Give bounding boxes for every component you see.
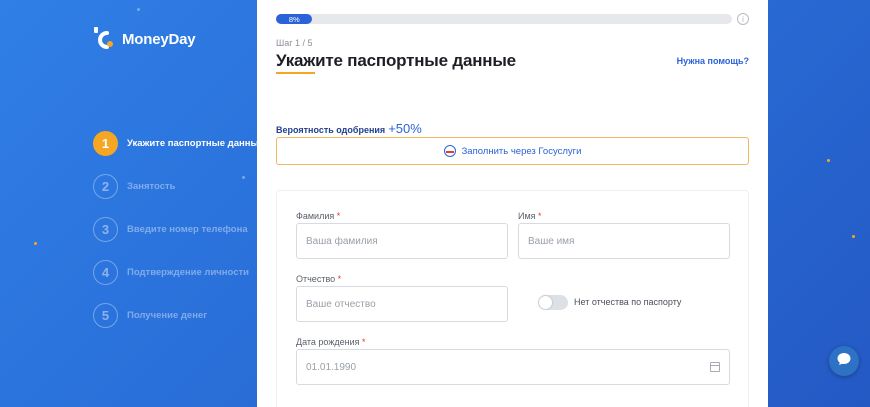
step-label: Введите номер телефона [127, 224, 248, 235]
approval-label: Вероятность одобрения [276, 125, 386, 135]
toggle-knob [539, 296, 552, 309]
step-number: 2 [93, 174, 118, 199]
title-underline [276, 72, 315, 74]
step-counter: Шаг 1 / 5 [276, 38, 313, 48]
step-label: Получение денег [127, 310, 208, 321]
birthdate-input[interactable]: 01.01.1990 [296, 349, 730, 385]
step-money: 5 Получение денег [93, 303, 264, 328]
no-patronymic-toggle[interactable] [538, 295, 568, 310]
surname-label: Фамилия * [296, 211, 340, 221]
steps-sidebar: 1 Укажите паспортные данные 2 Занятость … [93, 131, 264, 346]
gosuslugi-button-label: Заполнить через Госуслуги [461, 145, 582, 157]
background-dot [827, 159, 830, 162]
background-dot [34, 242, 37, 245]
birthdate-placeholder: 01.01.1990 [306, 361, 357, 373]
step-number: 4 [93, 260, 118, 285]
required-mark: * [538, 211, 542, 221]
chat-button[interactable] [829, 346, 859, 376]
brand-logo[interactable]: MoneyDay [92, 24, 196, 54]
chat-icon [836, 351, 852, 372]
step-verification: 4 Подтверждение личности [93, 260, 264, 285]
passport-form: Фамилия * Ваша фамилия Имя * Ваше имя От… [276, 190, 749, 407]
moneyday-logo-icon [92, 24, 118, 54]
info-icon[interactable]: i [737, 13, 749, 25]
help-link[interactable]: Нужна помощь? [677, 56, 749, 66]
patronymic-input[interactable]: Ваше отчество [296, 286, 508, 322]
required-mark: * [336, 211, 341, 221]
form-card: 8% i Шаг 1 / 5 Укажите паспортные данные… [257, 0, 768, 407]
patronymic-label-text: Отчество [296, 274, 336, 284]
step-number: 1 [93, 131, 118, 156]
approval-chance: Вероятность одобрения +50% [276, 121, 422, 136]
calendar-icon[interactable] [710, 362, 720, 372]
background-dot [852, 235, 855, 238]
step-number: 3 [93, 217, 118, 242]
step-number: 5 [93, 303, 118, 328]
no-patronymic-label: Нет отчества по паспорту [574, 297, 682, 307]
gosuslugi-icon [443, 145, 456, 157]
progress-bar: 8% [276, 14, 732, 24]
required-mark: * [362, 337, 366, 347]
birthdate-label: Дата рождения * [296, 337, 366, 347]
step-label: Занятость [127, 181, 176, 192]
surname-input[interactable]: Ваша фамилия [296, 223, 508, 259]
surname-label-text: Фамилия [296, 211, 335, 221]
patronymic-label: Отчество * [296, 274, 341, 284]
approval-value: +50% [388, 121, 422, 136]
step-label: Подтверждение личности [127, 267, 249, 278]
name-label-text: Имя [518, 211, 536, 221]
birthdate-label-text: Дата рождения [296, 337, 360, 347]
gosuslugi-button[interactable]: Заполнить через Госуслуги [276, 137, 749, 165]
step-employment: 2 Занятость [93, 174, 264, 199]
step-phone: 3 Введите номер телефона [93, 217, 264, 242]
required-mark: * [337, 274, 342, 284]
step-label: Укажите паспортные данные [127, 138, 264, 149]
name-input[interactable]: Ваше имя [518, 223, 730, 259]
brand-name: MoneyDay [122, 30, 196, 48]
page-title: Укажите паспортные данные [276, 51, 516, 70]
step-passport: 1 Укажите паспортные данные [93, 131, 264, 156]
background-dot [137, 8, 140, 11]
progress-fill: 8% [276, 14, 313, 24]
name-label: Имя * [518, 211, 542, 221]
